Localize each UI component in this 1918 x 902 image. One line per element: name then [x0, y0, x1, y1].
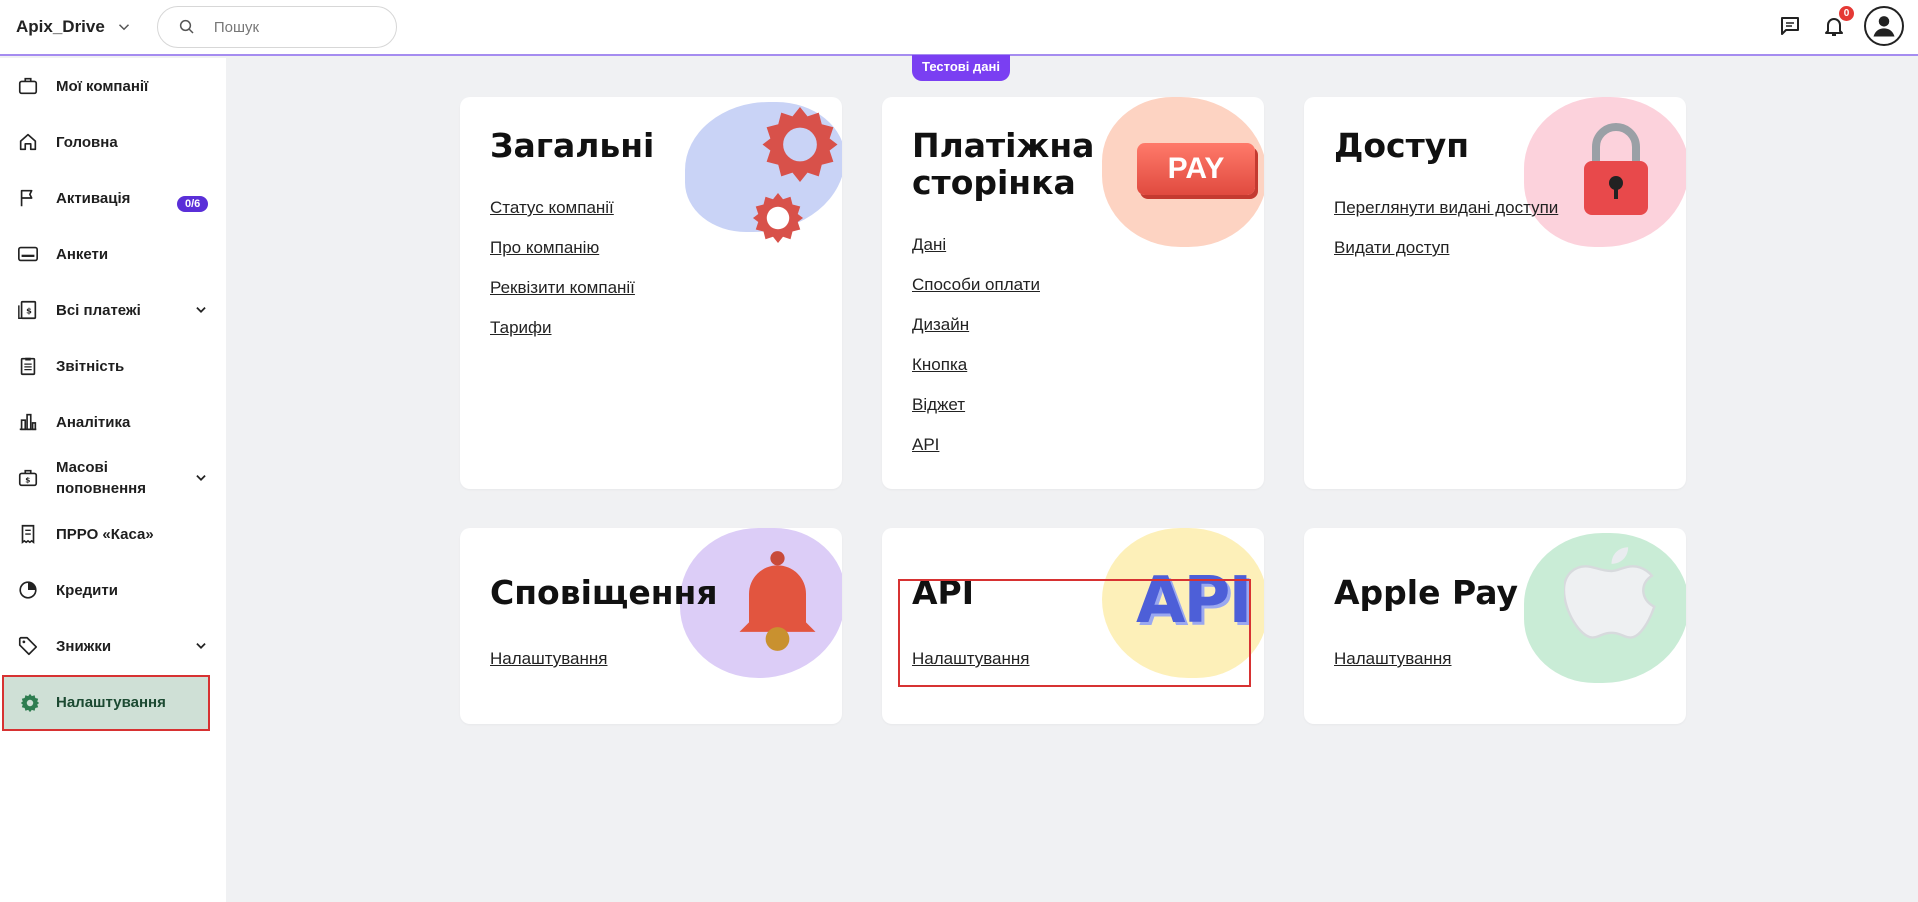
svg-text:$: $ — [26, 306, 32, 316]
bar-chart-icon — [16, 410, 40, 434]
gear-illustration-icon — [762, 107, 838, 182]
highlight-box-api — [898, 579, 1251, 687]
link-button[interactable]: Кнопка — [912, 353, 1040, 376]
company-switcher[interactable]: Apix_Drive — [16, 17, 133, 37]
tag-icon — [16, 634, 40, 658]
link-api[interactable]: API — [912, 433, 1040, 456]
link-data[interactable]: Дані — [912, 233, 1040, 256]
sidebar-item-label: Звітність — [56, 357, 125, 375]
card-title: Apple Pay — [1334, 573, 1519, 612]
link-view-access[interactable]: Переглянути видані доступи — [1334, 196, 1558, 219]
link-design[interactable]: Дизайн — [912, 313, 1040, 336]
activation-badge: 0/6 — [177, 196, 209, 212]
flag-icon — [16, 186, 40, 210]
sidebar-item-label: Активація — [56, 189, 131, 207]
link-widget[interactable]: Віджет — [912, 393, 1040, 416]
sidebar: Мої компанії Головна Активація 0/6 Анкет… — [0, 58, 226, 902]
briefcase-icon — [16, 74, 40, 98]
gear-icon — [18, 691, 42, 715]
sidebar-item-label: Всі платежі — [56, 301, 141, 319]
link-payment-methods[interactable]: Способи оплати — [912, 273, 1040, 296]
sidebar-item-label: Масові поповнення — [56, 459, 146, 497]
card-access: Доступ Переглянути видані доступи Видати… — [1304, 97, 1686, 489]
link-company-details[interactable]: Реквізити компанії — [490, 276, 635, 299]
brand-name: Apix_Drive — [16, 17, 105, 36]
card-notifications: Сповіщення Налаштування — [460, 528, 842, 724]
chevron-down-icon — [118, 24, 129, 31]
svg-text:$: $ — [25, 476, 30, 485]
sidebar-item-label: ПРРО «Каса» — [56, 525, 154, 543]
chevron-down-icon — [196, 475, 206, 481]
card-title: Загальні — [490, 126, 655, 165]
notifications-badge: 0 — [1839, 6, 1854, 21]
card-title-line1: Платіжна — [912, 126, 1095, 165]
sidebar-item-label: Мої компанії — [56, 77, 149, 95]
sidebar-item-label: Головна — [56, 133, 118, 151]
messages-button[interactable] — [1778, 14, 1802, 38]
chevron-down-icon — [196, 307, 206, 313]
bell-illustration-icon — [739, 551, 816, 651]
wallet-icon: $ — [16, 466, 40, 490]
sidebar-item-label: Знижки — [56, 637, 112, 655]
sidebar-item-label: Налаштування — [56, 694, 166, 711]
card-title: Платіжна сторінка — [912, 127, 1094, 201]
link-tariffs[interactable]: Тарифи — [490, 316, 635, 339]
pay-badge: PAY — [1137, 143, 1255, 195]
link-grant-access[interactable]: Видати доступ — [1334, 236, 1558, 259]
test-data-badge: Тестові дані — [912, 55, 1010, 81]
pie-chart-icon — [16, 578, 40, 602]
top-bar: Apix_Drive 0 — [0, 0, 1918, 56]
payments-icon: $ — [16, 298, 40, 322]
chat-icon — [1781, 17, 1799, 35]
search-input[interactable] — [213, 18, 364, 36]
link-notification-settings[interactable]: Налаштування — [490, 647, 608, 670]
card-title: Сповіщення — [490, 573, 718, 612]
notifications-button[interactable]: 0 — [1822, 6, 1854, 38]
apple-logo-icon — [1564, 547, 1656, 639]
search-icon — [179, 19, 194, 34]
card-title: Доступ — [1334, 126, 1470, 165]
receipt-icon — [16, 522, 40, 546]
sidebar-item-label: Анкети — [56, 245, 109, 263]
card-apple-pay: Apple Pay Налаштування — [1304, 528, 1686, 724]
sidebar-item-settings[interactable]: Налаштування — [2, 675, 210, 731]
link-apple-pay-settings[interactable]: Налаштування — [1334, 647, 1452, 670]
sidebar-item-label: Аналітика — [56, 413, 131, 431]
search-box[interactable] — [156, 6, 397, 48]
user-avatar[interactable] — [1864, 6, 1904, 46]
clipboard-icon — [16, 354, 40, 378]
sidebar-item-label: Кредити — [56, 581, 118, 599]
user-icon — [1873, 16, 1895, 37]
card-general: Загальні Статус компанії Про компанію Ре… — [460, 97, 842, 489]
small-gear-illustration-icon — [753, 193, 803, 243]
link-about-company[interactable]: Про компанію — [490, 236, 635, 259]
chevron-down-icon — [196, 643, 206, 649]
link-company-status[interactable]: Статус компанії — [490, 196, 635, 219]
card-payment-page: PAY Платіжна сторінка Дані Способи оплати… — [882, 97, 1264, 489]
home-icon — [16, 130, 40, 154]
card-title-line2: сторінка — [912, 163, 1076, 202]
padlock-icon — [1584, 123, 1648, 215]
id-card-icon — [16, 242, 40, 266]
